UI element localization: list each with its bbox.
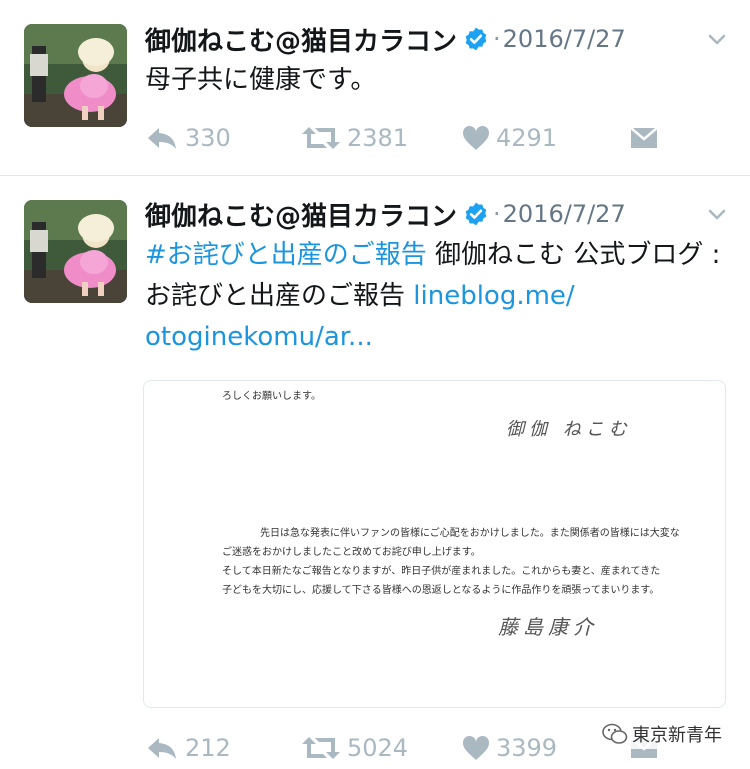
letter-line: そして本日新たなご報告となりますが、昨日子供が産まれました。これからも妻と、産ま… [222, 566, 661, 577]
reply-button[interactable]: 212 [145, 734, 301, 762]
verified-badge-icon [463, 26, 489, 52]
avatar[interactable] [24, 200, 127, 303]
timestamp[interactable]: 2016/7/27 [503, 25, 626, 53]
reply-count: 212 [185, 734, 231, 762]
watermark: 東京新青年 [598, 719, 726, 749]
verified-badge-icon [463, 201, 489, 227]
avatar[interactable] [24, 24, 127, 127]
author-name[interactable]: 御伽ねこむ@猫目カラコン [145, 196, 457, 233]
letter-line: 子どもを大切にし、応援して下さる皆様への恩返しとなるように作品作りを頑張ってまい… [222, 585, 660, 596]
reply-button[interactable]: 330 [145, 124, 301, 152]
chevron-down-icon[interactable] [704, 201, 730, 227]
tweet-header: 御伽ねこむ@猫目カラコン · 2016/7/27 [145, 21, 750, 58]
retweet-icon [302, 127, 340, 149]
tweet-actions: 212 5024 3399 [145, 730, 659, 766]
heart-icon [462, 735, 490, 760]
heart-icon [462, 125, 490, 150]
tweet-actions: 330 2381 4291 [145, 120, 659, 156]
tweet[interactable]: 御伽ねこむ@猫目カラコン · 2016/7/27 母子共に健康です。 330 2… [0, 0, 750, 176]
letter-line: ご迷惑をおかけしましたこと改めてお詫び申し上げます。 [222, 547, 481, 558]
letter-line: 先日は急な発表に伴いファンの皆様にご心配をおかけしました。また関係者の皆様には大… [260, 528, 680, 539]
tweet-text: #お詫びと出産のご報告 御伽ねこむ 公式ブログ : お詫びと出産のご報告 lin… [145, 235, 735, 358]
attached-image[interactable]: ろしくお願いします。 御伽 ねこむ 先日は急な発表に伴いファンの皆様にご心配をお… [143, 380, 726, 708]
wechat-icon [602, 723, 628, 744]
signature-fujishima: 藤島康介 [498, 615, 598, 639]
tweet[interactable]: 御伽ねこむ@猫目カラコン · 2016/7/27 #お詫びと出産のご報告 御伽ね… [0, 177, 750, 769]
retweet-icon [302, 737, 340, 759]
retweet-count: 5024 [347, 734, 409, 762]
retweet-count: 2381 [347, 124, 409, 152]
url-link-part2[interactable]: otoginekomu/ar... [145, 322, 373, 352]
reply-count: 330 [185, 124, 231, 152]
retweet-button[interactable]: 2381 [301, 124, 462, 152]
tweet-text: 母子共に健康です。 [145, 65, 377, 95]
direct-message-button[interactable] [629, 125, 659, 151]
tweet-header: 御伽ねこむ@猫目カラコン · 2016/7/27 [145, 196, 750, 233]
letter-top-line: ろしくお願いします。 [222, 391, 321, 402]
hashtag-link[interactable]: #お詫びと出産のご報告 [145, 240, 427, 270]
like-button[interactable]: 4291 [462, 124, 629, 152]
like-count: 3399 [496, 734, 558, 762]
signature-otogi: 御伽 ねこむ [506, 419, 632, 440]
separator: · [493, 200, 501, 228]
author-name[interactable]: 御伽ねこむ@猫目カラコン [145, 21, 457, 58]
chevron-down-icon[interactable] [704, 26, 730, 52]
reply-icon [148, 128, 176, 149]
reply-icon [148, 738, 176, 759]
like-count: 4291 [496, 124, 558, 152]
timestamp[interactable]: 2016/7/27 [503, 200, 626, 228]
watermark-text: 東京新青年 [632, 725, 722, 746]
separator: · [493, 25, 501, 53]
retweet-button[interactable]: 5024 [301, 734, 462, 762]
url-link-part1[interactable]: lineblog.me/ [413, 281, 574, 311]
envelope-icon [630, 127, 658, 148]
